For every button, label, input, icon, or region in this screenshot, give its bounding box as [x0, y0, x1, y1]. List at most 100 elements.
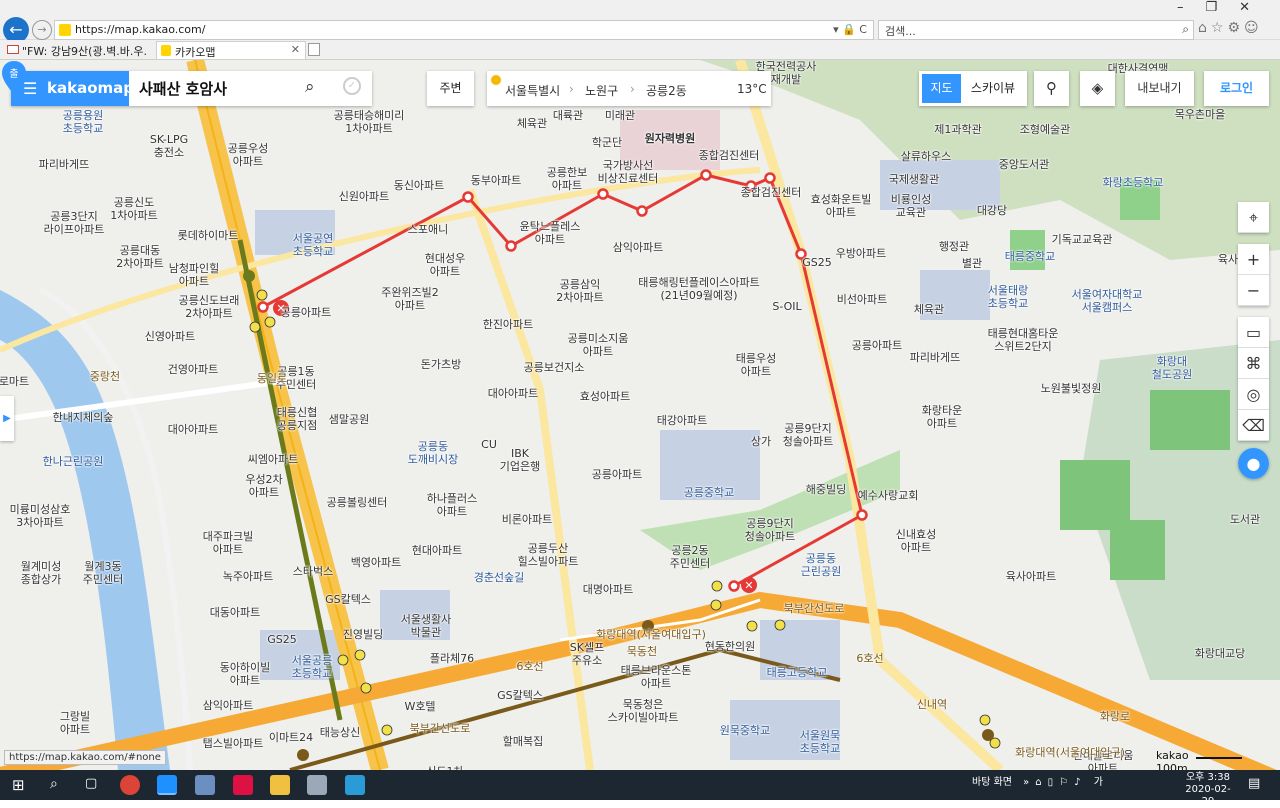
map-label[interactable]: 공릉미소지움 아파트	[568, 332, 629, 358]
map-label[interactable]: 경춘선숲길	[474, 571, 525, 584]
map-label[interactable]: 삼익아파트	[203, 699, 254, 712]
map-label[interactable]: S-OIL	[772, 300, 801, 313]
tab-kakaomap[interactable]: 카카오맵 ✕	[156, 41, 306, 59]
map-label[interactable]: 북부간선도로	[784, 602, 845, 615]
map-label[interactable]: W호텔	[404, 700, 435, 713]
map-label[interactable]: 6호선	[516, 660, 543, 673]
map-label[interactable]: 롯데하이마트	[178, 229, 239, 242]
map-label[interactable]: 공릉9단지 청솔아파트	[783, 422, 834, 448]
map-label[interactable]: 태릉해링턴플레이스아파트 (21년09월예정)	[638, 276, 759, 302]
map-label[interactable]: 효성아파트	[580, 390, 631, 403]
map-label[interactable]: 윤탁느플레스 아파트	[520, 220, 581, 246]
map-label[interactable]: 해중빌딩	[806, 483, 846, 496]
breadcrumb-city[interactable]: 서울특별시	[505, 82, 560, 99]
map-label[interactable]: 한내지체의숲	[53, 411, 114, 424]
map-label[interactable]: 서울원묵 초등학교	[800, 729, 840, 755]
file-explorer-icon[interactable]	[270, 775, 290, 795]
map-label[interactable]: 미래관	[605, 109, 635, 122]
search-icon[interactable]: ⌕	[305, 77, 315, 97]
map-label[interactable]: 샘말공원	[329, 413, 369, 426]
map-label[interactable]: SK-LPG 충전소	[150, 133, 188, 159]
map-label[interactable]: 스포애니	[408, 223, 448, 236]
map-label[interactable]: 공릉동 도깨비시장	[408, 440, 459, 466]
map-label[interactable]: 6호선	[856, 652, 883, 665]
map-label[interactable]: 파리바게뜨	[39, 158, 90, 171]
map-label[interactable]: 공릉보건지소	[524, 361, 585, 374]
area-icon[interactable]: ⌘	[1238, 348, 1269, 379]
map-label[interactable]: 백영아파트	[351, 556, 402, 569]
map-label[interactable]: 신영아파트	[145, 330, 196, 343]
map-label[interactable]: 북부간선도로	[410, 722, 471, 735]
map-label[interactable]: 신원아파트	[339, 190, 390, 203]
roadview-button[interactable]: ⚲	[1034, 71, 1069, 106]
map-label[interactable]: 화랑대역(서울여대입구)	[596, 628, 706, 641]
map-label[interactable]: 진영빌딩	[343, 628, 383, 641]
map-label[interactable]: 공릉삼익 2차아파트	[556, 278, 603, 304]
map-label[interactable]: IBK 기업은행	[500, 447, 540, 473]
map-label[interactable]: 한나근린공원	[43, 455, 104, 468]
browser-search-input[interactable]: 검색... ⌕	[878, 20, 1194, 40]
map-label[interactable]: 국가방사선 비상진료센터	[598, 159, 659, 185]
map-label[interactable]: 행정관	[939, 240, 969, 253]
search-icon[interactable]: ⌕	[1182, 22, 1189, 37]
map-label[interactable]: 동부아파트	[471, 174, 522, 187]
map-label[interactable]: 상가	[751, 435, 771, 448]
login-button[interactable]: 로그인	[1204, 71, 1269, 106]
export-button[interactable]: 내보내기	[1125, 71, 1194, 106]
route-pin-icon[interactable]: 출	[0, 60, 28, 95]
desktop-label[interactable]: 바탕 화면	[972, 777, 1012, 788]
map-label[interactable]: 공릉신도브래 2차아파트	[179, 294, 240, 320]
map-label[interactable]: 공릉아파트	[592, 468, 643, 481]
map-label[interactable]: 화랑대 철도공원	[1152, 355, 1192, 381]
map-label[interactable]: GS25	[267, 633, 297, 646]
map-label[interactable]: 현대성우 아파트	[425, 252, 465, 278]
map-label[interactable]: GS25	[802, 256, 832, 269]
map-label[interactable]: 화랑로	[1100, 710, 1130, 723]
map-label[interactable]: 대주파크빌 아파트	[203, 530, 254, 556]
map-label[interactable]: 공릉9단지 청솔아파트	[745, 517, 796, 543]
map-label[interactable]: 서울공릉 초등학교	[292, 654, 332, 680]
map-label[interactable]: 학군단	[592, 136, 622, 149]
map-label[interactable]: 씨엠아파트	[248, 453, 299, 466]
map-label[interactable]: 공릉아파트	[852, 339, 903, 352]
hangul-icon[interactable]	[345, 775, 365, 795]
search-icon[interactable]: ⌕	[50, 776, 58, 792]
map-label[interactable]: 도서관	[1230, 513, 1260, 526]
map-label[interactable]: 대아아파트	[488, 387, 539, 400]
map-label[interactable]: 묵동청은 스카이빌아파트	[608, 698, 679, 724]
map-label[interactable]: 공릉아파트	[281, 306, 332, 319]
map-label[interactable]: 대명아파트	[583, 583, 634, 596]
map-label[interactable]: 우방아파트	[836, 247, 887, 260]
forward-arrow-icon[interactable]: →	[32, 20, 52, 40]
notification-icon[interactable]: ▤	[1248, 776, 1260, 791]
map-label[interactable]: 원자력병원	[645, 132, 696, 145]
kakaomap-logo[interactable]: ☰ kakaomap	[11, 71, 134, 106]
map-label[interactable]: 우성2차 아파트	[245, 473, 282, 499]
map-label[interactable]: 원묵중학교	[720, 724, 771, 737]
map-canvas[interactable]: ✕ ✕ 체육관 대륙관 미래관 학군단 원자력병원 종합검진센터 국가방사선 비상진료센터 공…	[0, 60, 1280, 770]
map-label[interactable]: 월계미성 종합상가	[21, 560, 61, 586]
map-label[interactable]: 공릉한보 아파트	[547, 166, 587, 192]
map-label[interactable]: 체육관	[914, 303, 944, 316]
map-label[interactable]: 돈가츠방	[421, 358, 461, 371]
map-label[interactable]: 신내효성 아파트	[896, 528, 936, 554]
map-label[interactable]: 건영아파트	[168, 363, 219, 376]
ime-indicator[interactable]: 가	[1094, 777, 1103, 788]
map-label[interactable]: 한진아파트	[483, 318, 534, 331]
map-view-button[interactable]: 지도	[922, 74, 961, 103]
map-label[interactable]: 제1과학관	[934, 123, 981, 136]
map-label[interactable]: 화랑대역(서울여대입구)	[1015, 746, 1125, 759]
task-view-icon[interactable]: ▢	[85, 776, 97, 791]
map-label[interactable]: GS칼텍스	[325, 593, 371, 606]
map-label[interactable]: 비룡인성 교육관	[891, 193, 931, 219]
map-label[interactable]: 비론아파트	[502, 513, 553, 526]
map-label[interactable]: 공릉태승해미리 1차아파트	[334, 109, 405, 135]
map-label[interactable]: 주완위즈빌2 아파트	[381, 286, 439, 312]
map-label[interactable]: 공릉두산 힐스빌아파트	[518, 542, 579, 568]
map-label[interactable]: 파리바게뜨	[910, 351, 961, 364]
map-label[interactable]: 공릉신도 1차아파트	[110, 196, 157, 222]
map-label[interactable]: 공릉볼링센터	[327, 496, 388, 509]
map-label[interactable]: 스타벅스	[293, 565, 333, 578]
map-label[interactable]: 미륭미성삼호 3차아파트	[10, 503, 71, 529]
close-tab-icon[interactable]: ✕	[291, 43, 300, 56]
